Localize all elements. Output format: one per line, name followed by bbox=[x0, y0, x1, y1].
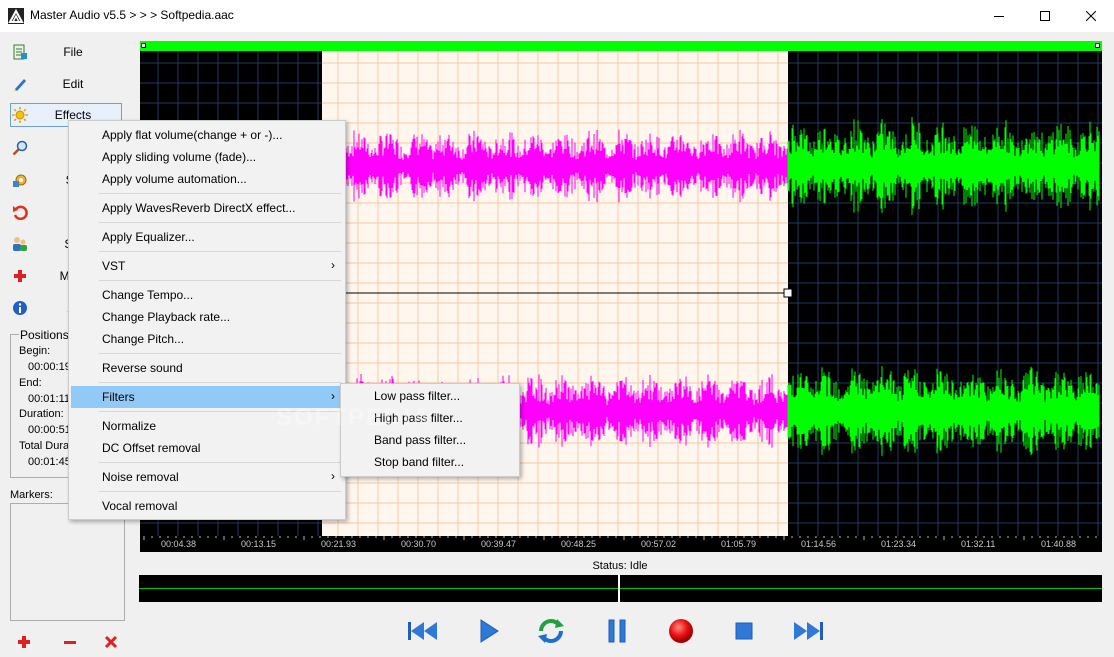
add-marker-button[interactable] bbox=[16, 635, 32, 651]
menu-separator bbox=[99, 222, 341, 223]
menu-item-stop-band-filter[interactable]: Stop band filter... bbox=[343, 451, 517, 473]
timeline-ruler: 00:04.38 00:13.15 00:21.93 00:30.70 00:39.47… bbox=[140, 536, 1102, 552]
menu-item-equalizer[interactable]: Apply Equalizer... bbox=[71, 226, 343, 248]
end-value: 00:01:11 bbox=[28, 393, 71, 405]
menu-item-change-tempo[interactable]: Change Tempo... bbox=[71, 284, 343, 306]
skip-back-icon bbox=[408, 622, 437, 640]
minimize-icon bbox=[994, 16, 1004, 17]
record-icon bbox=[669, 619, 693, 643]
close-icon bbox=[1086, 11, 1096, 21]
app-logo-icon bbox=[8, 8, 24, 24]
volume-handle[interactable] bbox=[783, 288, 793, 298]
total-duration-label: Total Dura bbox=[19, 440, 70, 452]
stop-button[interactable] bbox=[727, 617, 761, 645]
menu-separator bbox=[99, 280, 341, 281]
play-button[interactable] bbox=[472, 617, 506, 645]
tick-label: 00:30.70 bbox=[401, 539, 437, 549]
minimize-button[interactable] bbox=[976, 0, 1022, 32]
refresh-icon bbox=[538, 619, 564, 643]
left-channel-wave bbox=[787, 117, 1100, 215]
tick-label: 01:23.34 bbox=[881, 539, 917, 549]
range-end-handle[interactable] bbox=[1095, 43, 1100, 48]
ruler-ticks bbox=[143, 536, 1097, 540]
menu-item-dc-offset-removal[interactable]: DC Offset removal bbox=[71, 437, 343, 459]
tick-label: 00:21.93 bbox=[321, 539, 357, 549]
tick-label: 01:14.56 bbox=[801, 539, 837, 549]
x-icon bbox=[104, 635, 118, 649]
duration-label: Duration: bbox=[19, 408, 64, 420]
sidebar-item-label: File bbox=[63, 45, 83, 59]
tick-label: 01:32.11 bbox=[961, 539, 996, 549]
play-icon bbox=[480, 619, 499, 643]
total-duration-value: 00:01:45 bbox=[28, 456, 71, 468]
selection-range-bar[interactable] bbox=[140, 41, 1102, 51]
sidebar-item-file[interactable]: File bbox=[10, 40, 122, 64]
menu-separator bbox=[99, 491, 341, 492]
minus-icon bbox=[64, 641, 76, 644]
pause-icon bbox=[608, 619, 626, 643]
tick-label: 00:57.02 bbox=[641, 539, 677, 549]
close-button[interactable] bbox=[1068, 0, 1114, 32]
menu-item-volume-automation[interactable]: Apply volume automation... bbox=[71, 168, 343, 190]
window-title: Master Audio v5.5 > > > Softpedia.aac bbox=[30, 8, 234, 22]
skip-forward-icon bbox=[794, 622, 823, 640]
sidebar-item-label: Edit bbox=[62, 77, 84, 91]
right-channel-wave bbox=[787, 366, 1100, 456]
maximize-icon bbox=[1040, 11, 1050, 21]
menu-item-sliding-volume[interactable]: Apply sliding volume (fade)... bbox=[71, 146, 343, 168]
clear-markers-button[interactable] bbox=[103, 635, 119, 651]
menu-item-wavesreverb[interactable]: Apply WavesReverb DirectX effect... bbox=[71, 197, 343, 219]
submenu-arrow-icon: › bbox=[331, 389, 335, 403]
record-button[interactable] bbox=[664, 617, 698, 645]
menu-item-flat-volume[interactable]: Apply flat volume(change + or -)... bbox=[71, 124, 343, 146]
skip-to-start-button[interactable] bbox=[406, 617, 440, 645]
submenu-arrow-icon: › bbox=[331, 258, 335, 272]
menu-item-noise-removal[interactable]: Noise removal › bbox=[71, 466, 343, 488]
tick-label: 00:39.47 bbox=[481, 539, 517, 549]
range-start-handle[interactable] bbox=[141, 43, 146, 48]
menu-separator bbox=[99, 382, 341, 383]
positions-title: Positions: bbox=[19, 328, 74, 342]
loop-button[interactable] bbox=[534, 617, 568, 645]
sidebar-item-edit[interactable]: Edit bbox=[10, 72, 122, 96]
title-bar: Master Audio v5.5 > > > Softpedia.aac bbox=[0, 0, 1114, 32]
duration-value: 00:00:51 bbox=[28, 424, 71, 436]
effects-menu: Apply flat volume(change + or -)... Appl… bbox=[68, 120, 346, 520]
tick-label: 00:13.15 bbox=[241, 539, 277, 549]
menu-separator bbox=[99, 353, 341, 354]
overview-track[interactable] bbox=[139, 575, 1102, 602]
submenu-arrow-icon: › bbox=[331, 469, 335, 483]
watermark: SOFTPEDIA bbox=[276, 404, 432, 431]
end-label: End: bbox=[19, 377, 42, 389]
tick-label: 01:40.88 bbox=[1041, 539, 1077, 549]
menu-item-vocal-removal[interactable]: Vocal removal bbox=[71, 495, 343, 517]
maximize-button[interactable] bbox=[1022, 0, 1068, 32]
tick-label: 00:04.38 bbox=[161, 539, 197, 549]
begin-value: 00:00:19 bbox=[28, 361, 71, 373]
tick-label: 01:05.79 bbox=[721, 539, 757, 549]
begin-label: Begin: bbox=[19, 345, 51, 357]
menu-separator bbox=[99, 462, 341, 463]
markers-label: Markers: bbox=[10, 489, 53, 501]
menu-separator bbox=[99, 193, 341, 194]
menu-item-change-pitch[interactable]: Change Pitch... bbox=[71, 328, 343, 350]
tick-label: 00:48.25 bbox=[561, 539, 597, 549]
stop-icon bbox=[735, 622, 753, 640]
menu-item-change-playback-rate[interactable]: Change Playback rate... bbox=[71, 306, 343, 328]
menu-item-band-pass-filter[interactable]: Band pass filter... bbox=[343, 429, 517, 451]
remove-marker-button[interactable] bbox=[62, 635, 78, 651]
skip-to-end-button[interactable] bbox=[791, 617, 825, 645]
menu-item-vst[interactable]: VST › bbox=[71, 255, 343, 277]
playhead-marker[interactable] bbox=[618, 575, 620, 602]
pause-button[interactable] bbox=[600, 617, 634, 645]
status-text: Status: Idle bbox=[592, 560, 648, 572]
menu-item-reverse-sound[interactable]: Reverse sound bbox=[71, 357, 343, 379]
menu-separator bbox=[99, 251, 341, 252]
overview-line bbox=[139, 588, 1102, 589]
plus-icon bbox=[18, 636, 30, 648]
